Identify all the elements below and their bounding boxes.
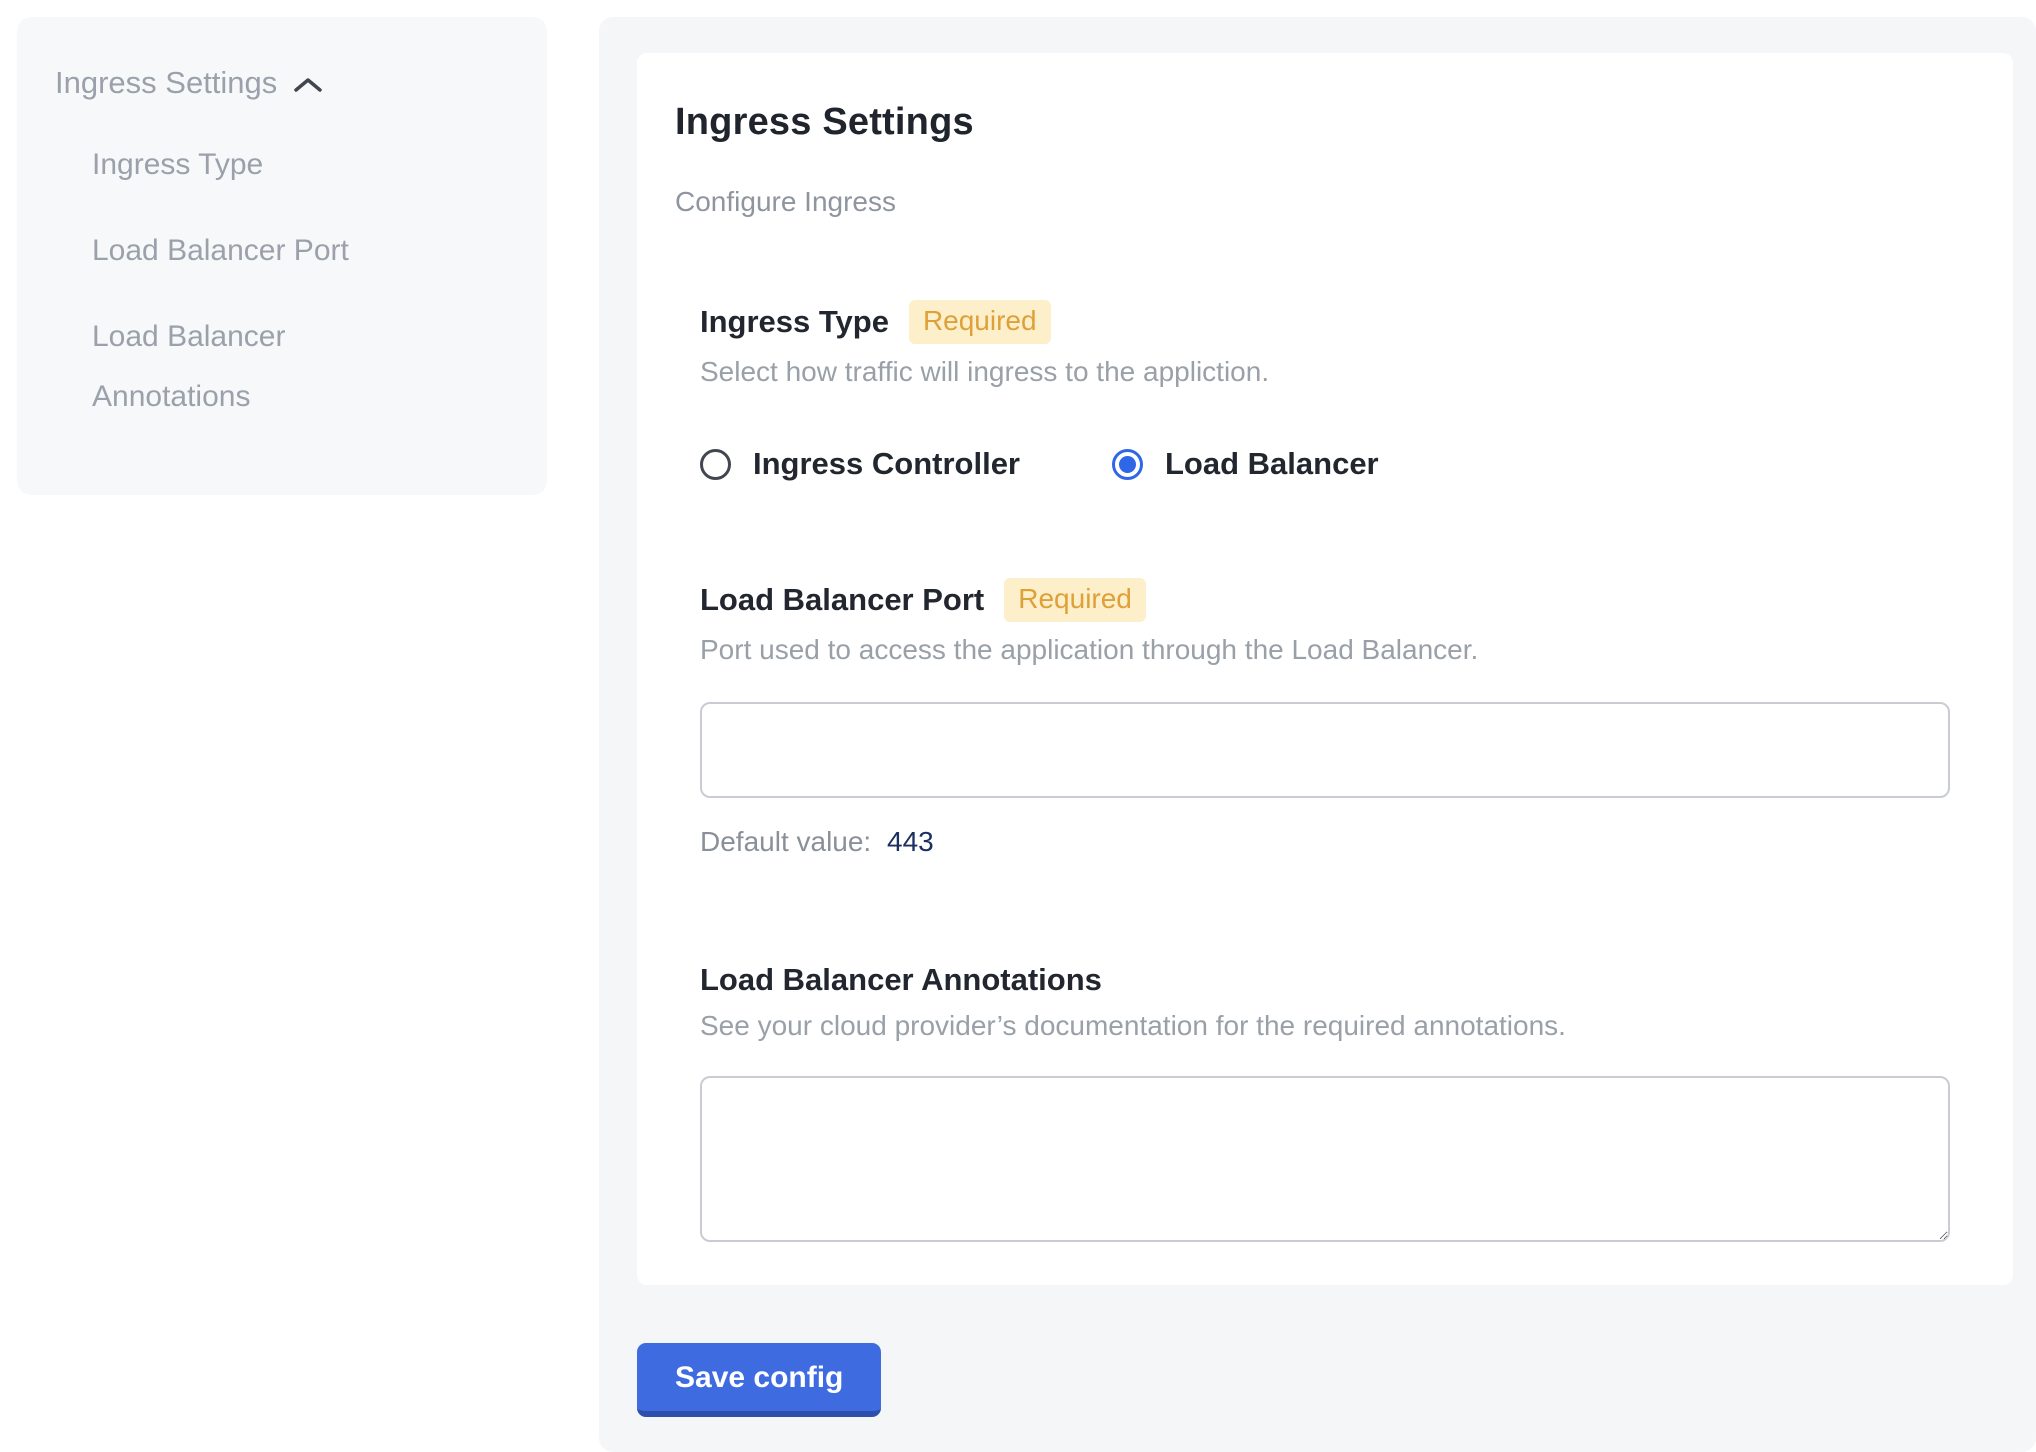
chevron-up-icon	[293, 75, 323, 95]
save-config-button[interactable]: Save config	[637, 1343, 881, 1417]
sidebar-group-label: Ingress Settings	[55, 65, 277, 101]
ingress-type-label: Ingress Type	[700, 304, 889, 340]
radio-ingress-controller[interactable]: Ingress Controller	[700, 446, 1020, 482]
load-balancer-port-input[interactable]	[700, 702, 1950, 798]
field-load-balancer-annotations: Load Balancer Annotations See your cloud…	[700, 962, 1950, 1242]
load-balancer-annotations-label: Load Balancer Annotations	[700, 962, 1102, 998]
ingress-type-help: Select how traffic will ingress to the a…	[700, 356, 1950, 388]
load-balancer-annotations-textarea[interactable]	[700, 1076, 1950, 1242]
default-value-label: Default value:	[700, 826, 871, 857]
config-main-panel: Ingress Settings Configure Ingress Ingre…	[599, 17, 2036, 1452]
required-badge: Required	[1004, 578, 1146, 622]
default-value-row: Default value: 443	[700, 826, 1950, 858]
load-balancer-port-help: Port used to access the application thro…	[700, 634, 1950, 666]
field-ingress-type: Ingress Type Required Select how traffic…	[700, 300, 1950, 482]
ingress-settings-card: Ingress Settings Configure Ingress Ingre…	[637, 53, 2013, 1285]
default-value: 443	[887, 826, 934, 857]
radio-circle-icon[interactable]	[1112, 449, 1143, 480]
config-nav-sidebar: Ingress Settings Ingress Type Load Balan…	[17, 17, 547, 495]
radio-load-balancer[interactable]: Load Balancer	[1112, 446, 1379, 482]
page-subtitle: Configure Ingress	[675, 186, 1950, 218]
ingress-type-radio-group: Ingress Controller Load Balancer	[700, 446, 1950, 482]
load-balancer-port-label: Load Balancer Port	[700, 582, 984, 618]
sidebar-item-load-balancer-port[interactable]: Load Balancer Port	[92, 221, 412, 281]
page-title: Ingress Settings	[675, 101, 1950, 144]
sidebar-group-ingress-settings[interactable]: Ingress Settings	[55, 65, 517, 101]
sidebar-item-list: Ingress Type Load Balancer Port Load Bal…	[92, 135, 517, 427]
radio-ingress-controller-label: Ingress Controller	[753, 446, 1020, 482]
field-load-balancer-port: Load Balancer Port Required Port used to…	[700, 578, 1950, 858]
load-balancer-annotations-help: See your cloud provider’s documentation …	[700, 1010, 1950, 1042]
sidebar-item-load-balancer-annotations[interactable]: Load Balancer Annotations	[92, 307, 412, 427]
required-badge: Required	[909, 300, 1051, 344]
radio-circle-icon[interactable]	[700, 449, 731, 480]
sidebar-item-ingress-type[interactable]: Ingress Type	[92, 135, 412, 195]
radio-load-balancer-label: Load Balancer	[1165, 446, 1379, 482]
